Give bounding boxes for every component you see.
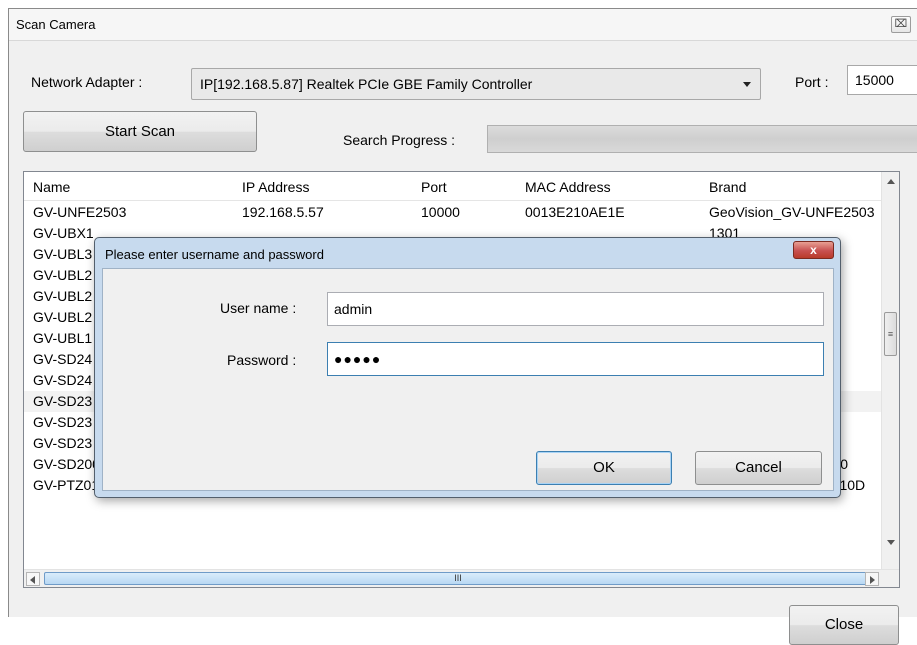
dialog-title: Please enter username and password xyxy=(105,247,324,262)
window-close-button[interactable]: ⌧ xyxy=(891,16,911,33)
column-header-brand[interactable]: Brand xyxy=(709,179,746,195)
cell-name: GV-SD24 xyxy=(33,351,93,367)
cell-name: GV-UBX1 xyxy=(33,225,94,241)
cell-name: GV-SD23 xyxy=(33,414,93,430)
horizontal-scroll-thumb[interactable]: III xyxy=(44,572,872,585)
cell-name: GV-UBL3 xyxy=(33,246,93,262)
search-progress-bar xyxy=(487,125,917,153)
cell-name: GV-UBL2 xyxy=(33,267,93,283)
cell-port: 10000 xyxy=(421,204,460,220)
username-field[interactable]: admin xyxy=(327,292,824,326)
ok-button[interactable]: OK xyxy=(536,451,672,485)
cell-name: GV-UBL1 xyxy=(33,330,93,346)
cell-name: GV-SD24 xyxy=(33,372,93,388)
title-bar: Scan Camera ⌧ xyxy=(9,9,917,41)
network-adapter-label: Network Adapter : xyxy=(31,74,143,90)
password-label: Password : xyxy=(227,352,297,368)
cell-name: GV-SD23 xyxy=(33,435,93,451)
dialog-close-button[interactable]: x xyxy=(793,241,834,259)
cell-name: GV-UBL2 xyxy=(33,309,93,325)
table-row[interactable]: GV-UNFE2503 192.168.5.57 10000 0013E210AE1E… xyxy=(24,202,881,223)
vertical-scrollbar[interactable]: ≡ xyxy=(881,172,899,569)
column-header-ip[interactable]: IP Address xyxy=(242,179,309,195)
cell-name: GV-UNFE2503 xyxy=(33,204,127,220)
search-progress-label: Search Progress : xyxy=(343,132,456,148)
horizontal-scrollbar[interactable]: III xyxy=(24,569,899,587)
network-adapter-select[interactable]: IP[192.168.5.87] Realtek PCIe GBE Family… xyxy=(191,68,761,100)
column-header-port[interactable]: Port xyxy=(421,179,447,195)
column-header-name[interactable]: Name xyxy=(33,179,70,195)
cell-name: GV-UBL2 xyxy=(33,288,93,304)
credentials-dialog: Please enter username and password x Use… xyxy=(94,237,841,498)
column-header-mac[interactable]: MAC Address xyxy=(525,179,611,195)
camera-list-header: Name IP Address Port MAC Address Brand xyxy=(24,172,881,201)
cell-ip: 192.168.5.57 xyxy=(242,204,324,220)
cell-name: GV-SD23 xyxy=(33,393,93,409)
vertical-scroll-thumb[interactable]: ≡ xyxy=(884,312,897,356)
cancel-button[interactable]: Cancel xyxy=(695,451,822,485)
scroll-down-arrow-icon[interactable] xyxy=(887,540,895,545)
scroll-left-arrow-icon[interactable] xyxy=(26,572,40,586)
start-scan-button[interactable]: Start Scan xyxy=(23,111,257,152)
cell-name: GV-SD200 xyxy=(33,456,100,472)
network-adapter-value: IP[192.168.5.87] Realtek PCIe GBE Family… xyxy=(200,76,533,92)
cell-brand: GeoVision_GV-UNFE2503 xyxy=(709,204,875,220)
close-button[interactable]: Close xyxy=(789,605,899,645)
window-title: Scan Camera xyxy=(16,17,96,32)
port-label: Port : xyxy=(795,74,829,90)
scroll-right-arrow-icon[interactable] xyxy=(865,572,879,586)
dialog-body: User name : admin Password : ●●●●● OK Ca… xyxy=(102,268,834,491)
password-field[interactable]: ●●●●● xyxy=(327,342,824,376)
username-label: User name : xyxy=(220,300,297,316)
scroll-up-arrow-icon[interactable] xyxy=(887,179,895,184)
port-input[interactable]: 15000 xyxy=(847,65,917,95)
cell-mac: 0013E210AE1E xyxy=(525,204,625,220)
chevron-down-icon[interactable] xyxy=(743,82,751,87)
